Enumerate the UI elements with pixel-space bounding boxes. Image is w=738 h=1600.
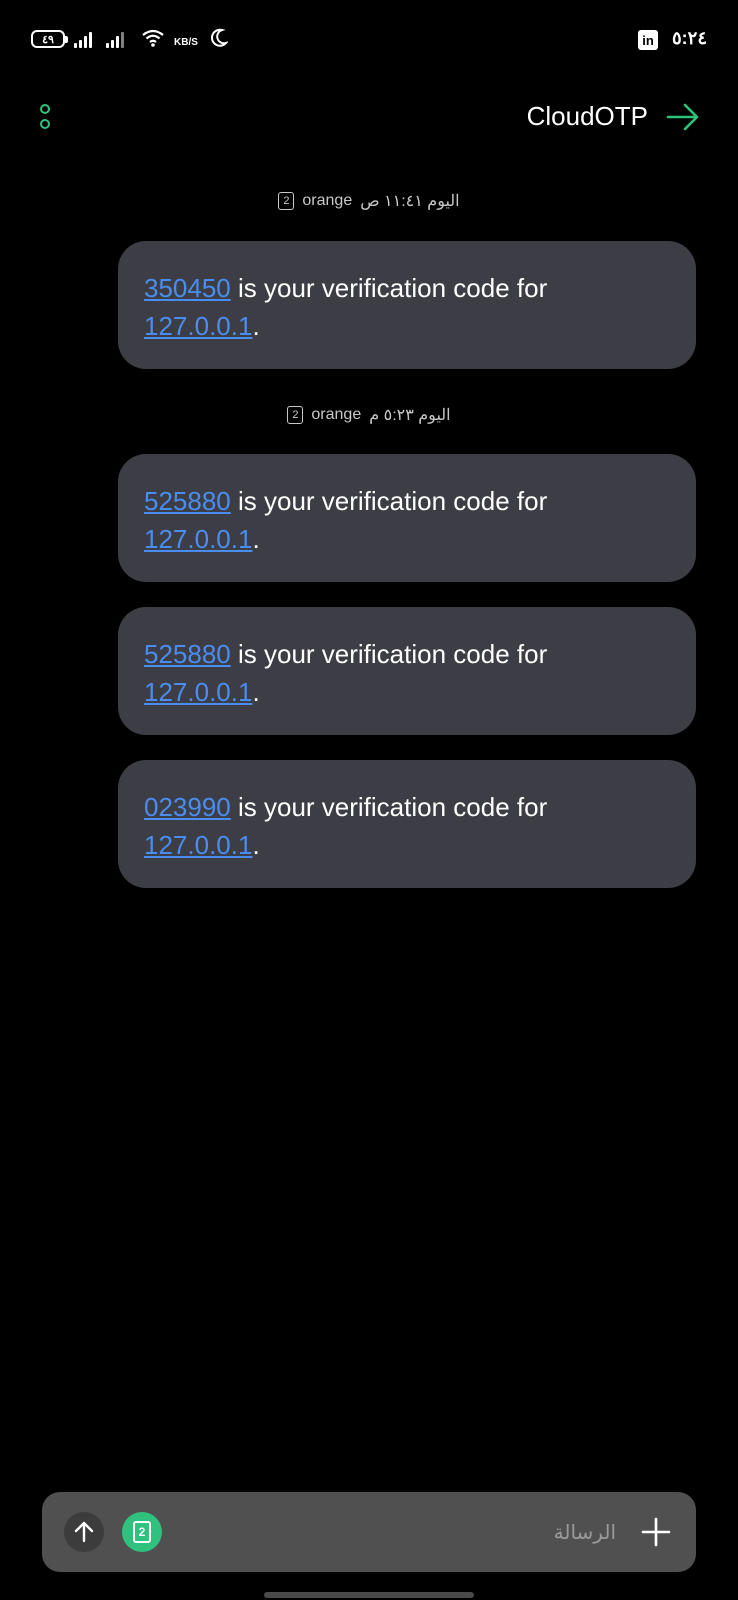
signal-icon [74, 30, 92, 48]
date-time: اليوم ٥:٢٣ م [369, 407, 451, 424]
host-link[interactable]: 127.0.0.1 [144, 311, 252, 341]
message-composer: 2 [42, 1492, 696, 1572]
more-options-icon[interactable] [38, 104, 52, 130]
verification-code-link[interactable]: 350450 [144, 273, 231, 303]
linkedin-icon: in [638, 30, 658, 50]
plus-icon [641, 1517, 671, 1547]
date-label: 2 orange اليوم ١١:٤١ ص [0, 191, 738, 211]
verification-code-link[interactable]: 023990 [144, 792, 231, 822]
message-text: is your verification code for [230, 273, 548, 303]
sim-icon: 2 [278, 192, 295, 210]
status-time: ٥:٢٤ [672, 28, 707, 48]
contact-title: CloudOTP [526, 101, 648, 131]
message-input[interactable] [256, 1516, 616, 1548]
verification-code-link[interactable]: 525880 [144, 486, 231, 516]
carrier-name: orange [311, 406, 362, 423]
back-arrow-icon[interactable] [666, 102, 700, 132]
send-button[interactable] [64, 1512, 104, 1552]
message-suffix: . [252, 524, 260, 554]
sim-select-button[interactable]: 2 [122, 1512, 162, 1552]
status-bar: ٤٩ KB/S in ٥:٢٤ [0, 22, 738, 58]
wifi-icon [142, 29, 164, 47]
message-bubble[interactable]: 350450 is your verification code for 127… [118, 241, 696, 369]
message-bubble[interactable]: 023990 is your verification code for 127… [118, 760, 696, 888]
sim-icon: 2 [133, 1521, 151, 1543]
host-link[interactable]: 127.0.0.1 [144, 677, 252, 707]
date-label: 2 orange اليوم ٥:٢٣ م [0, 405, 738, 425]
network-speed: KB/S [174, 37, 198, 48]
sim-number: 2 [138, 1525, 146, 1539]
battery-icon: ٤٩ [31, 30, 68, 48]
verification-code-link[interactable]: 525880 [144, 639, 231, 669]
carrier-name: orange [302, 192, 353, 209]
date-time: اليوم ١١:٤١ ص [360, 193, 460, 210]
signal-icon [106, 30, 124, 48]
arrow-up-icon [74, 1521, 94, 1543]
message-suffix: . [252, 830, 260, 860]
message-suffix: . [252, 311, 260, 341]
message-bubble[interactable]: 525880 is your verification code for 127… [118, 607, 696, 735]
messaging-screen: ٤٩ KB/S in ٥:٢٤ CloudOTP 2 orange اليوم … [0, 0, 738, 1600]
message-text: is your verification code for [230, 486, 548, 516]
sim-number: 2 [283, 195, 290, 207]
home-indicator[interactable] [264, 1592, 474, 1598]
host-link[interactable]: 127.0.0.1 [144, 830, 252, 860]
sim-number: 2 [292, 409, 299, 421]
sim-icon: 2 [287, 406, 304, 424]
attach-button[interactable] [638, 1514, 674, 1550]
moon-icon [211, 28, 228, 47]
battery-level: ٤٩ [42, 33, 54, 46]
host-link[interactable]: 127.0.0.1 [144, 524, 252, 554]
message-suffix: . [252, 677, 260, 707]
message-text: is your verification code for [230, 792, 548, 822]
message-text: is your verification code for [230, 639, 548, 669]
message-bubble[interactable]: 525880 is your verification code for 127… [118, 454, 696, 582]
